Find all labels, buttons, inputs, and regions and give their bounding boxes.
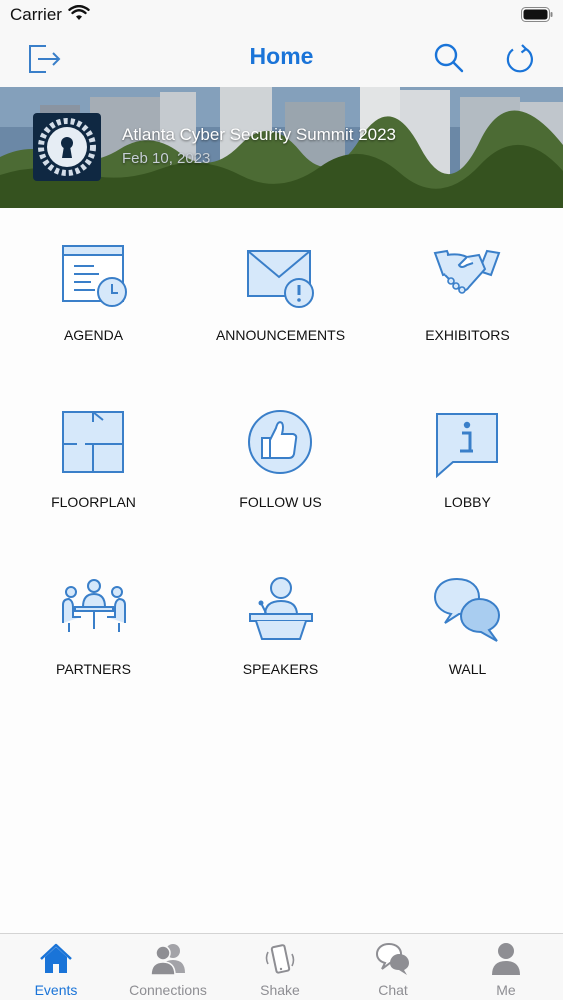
tile-exhibitors[interactable]: EXHIBITORS bbox=[374, 243, 561, 403]
search-icon bbox=[434, 43, 464, 73]
tile-speakers[interactable]: SPEAKERS bbox=[187, 577, 374, 737]
page-title: Home bbox=[249, 43, 314, 69]
tile-agenda[interactable]: AGENDA bbox=[0, 243, 187, 403]
tab-connections[interactable]: Connections bbox=[112, 934, 224, 1000]
tile-label: FLOORPLAN bbox=[51, 494, 136, 510]
tab-label: Chat bbox=[378, 982, 408, 998]
tile-announcements[interactable]: ANNOUNCEMENTS bbox=[187, 243, 374, 403]
battery-icon bbox=[521, 7, 553, 22]
tab-label: Shake bbox=[260, 982, 300, 998]
refresh-icon bbox=[506, 44, 533, 73]
tab-me[interactable]: Me bbox=[450, 934, 562, 1000]
tab-label: Events bbox=[34, 982, 78, 998]
phone-shake-icon bbox=[265, 944, 295, 974]
status-bar: Carrier bbox=[0, 0, 563, 30]
people-icon bbox=[150, 944, 185, 976]
podium-icon bbox=[249, 577, 313, 640]
tab-label: Connections bbox=[129, 982, 207, 998]
handshake-icon bbox=[433, 249, 501, 294]
wifi-icon bbox=[68, 5, 90, 20]
tile-label: PARTNERS bbox=[56, 661, 131, 677]
floorplan-icon bbox=[62, 411, 124, 473]
event-logo bbox=[33, 113, 101, 181]
agenda-icon bbox=[62, 245, 127, 307]
tab-events[interactable]: Events bbox=[0, 934, 112, 1000]
nav-bar: Home bbox=[0, 30, 563, 87]
search-button[interactable] bbox=[429, 38, 469, 78]
tile-wall[interactable]: WALL bbox=[374, 577, 561, 737]
tile-floorplan[interactable]: FLOORPLAN bbox=[0, 410, 187, 570]
event-title: Atlanta Cyber Security Summit 2023 bbox=[122, 125, 397, 144]
tab-chat[interactable]: Chat bbox=[337, 934, 449, 1000]
tile-partners[interactable]: PARTNERS bbox=[0, 577, 187, 737]
event-date: Feb 10, 2023 bbox=[122, 150, 211, 167]
tile-label: AGENDA bbox=[63, 327, 124, 343]
home-icon bbox=[40, 943, 72, 973]
chat-bubbles-icon bbox=[433, 577, 501, 642]
thumbs-up-icon bbox=[248, 410, 312, 474]
refresh-button[interactable] bbox=[500, 38, 540, 78]
tile-label: EXHIBITORS bbox=[425, 327, 510, 343]
tab-shake[interactable]: Shake bbox=[224, 934, 336, 1000]
tile-label: ANNOUNCEMENTS bbox=[215, 327, 346, 343]
info-icon bbox=[436, 413, 498, 479]
chat-icon bbox=[375, 942, 409, 975]
meeting-icon bbox=[62, 579, 126, 632]
tile-label: WALL bbox=[448, 661, 487, 677]
tile-label: SPEAKERS bbox=[242, 661, 319, 677]
tile-label: LOBBY bbox=[444, 494, 491, 510]
tab-bar: Events Connections Shake Chat Me bbox=[0, 933, 563, 1000]
person-icon bbox=[492, 943, 520, 975]
tile-follow-us[interactable]: FOLLOW US bbox=[187, 410, 374, 570]
tile-lobby[interactable]: LOBBY bbox=[374, 410, 561, 570]
keyhole-gear-logo-icon bbox=[38, 118, 96, 176]
carrier-label: Carrier bbox=[10, 5, 62, 24]
tile-label: FOLLOW US bbox=[239, 494, 322, 510]
announcements-icon bbox=[247, 250, 314, 308]
tab-label: Me bbox=[496, 982, 516, 998]
